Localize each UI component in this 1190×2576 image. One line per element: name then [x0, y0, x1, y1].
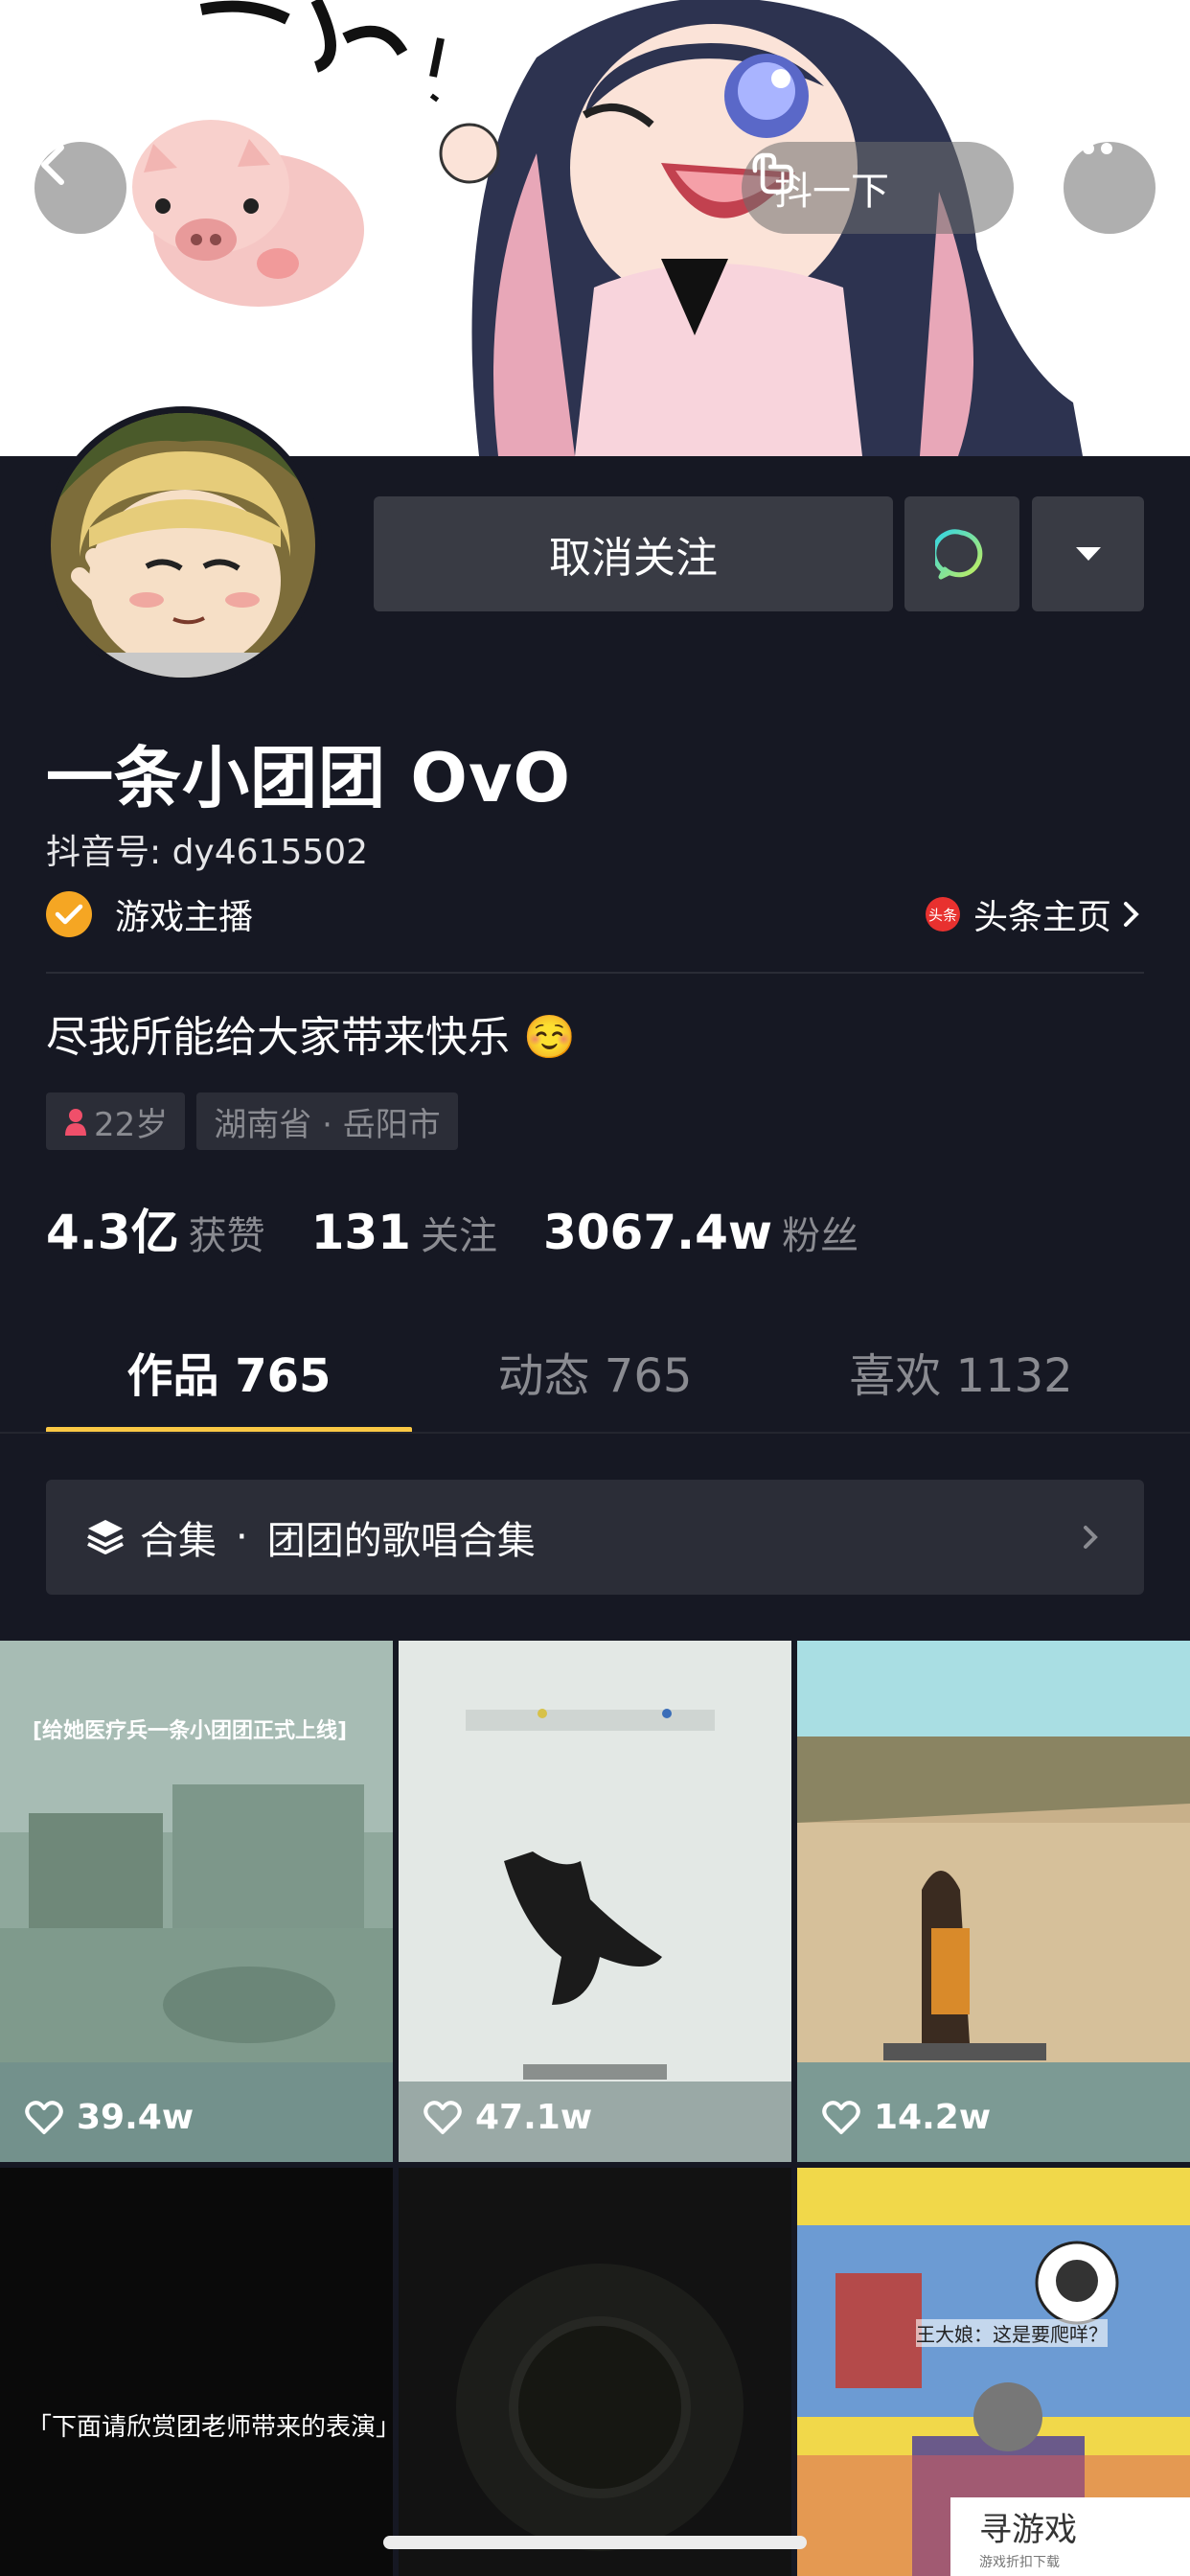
female-icon	[65, 1109, 86, 1136]
message-button[interactable]	[904, 496, 1019, 611]
profile-name: 一条小团团 OvO	[46, 739, 572, 817]
stat-followers[interactable]: 3067.4w 粉丝	[543, 1205, 858, 1260]
layers-icon	[87, 1520, 124, 1554]
chat-bubble-icon	[935, 529, 983, 580]
age-label: 22岁	[94, 1105, 169, 1144]
location-label: 湖南省 · 岳阳市	[214, 1105, 441, 1144]
chevron-right-icon	[1084, 1526, 1098, 1549]
stat-label: 粉丝	[782, 1214, 859, 1258]
collection-separator: ·	[236, 1515, 248, 1559]
toutiao-link-label: 头条主页	[973, 898, 1111, 937]
game-finder-ad[interactable]: 寻游戏 游戏折扣下载	[950, 2497, 1190, 2576]
video-likes: 39.4w	[25, 2098, 194, 2137]
heart-icon	[822, 2100, 860, 2134]
tab-likes[interactable]: 喜欢 1132	[778, 1338, 1144, 1434]
video-caption: 「下面请欣赏团老师带来的表演」	[27, 2413, 393, 2442]
likes-count: 14.2w	[874, 2098, 992, 2137]
heart-icon	[423, 2100, 462, 2134]
verified-check-icon	[46, 891, 92, 937]
video-cover-image	[399, 2168, 791, 2576]
collection-bar[interactable]: 合集 · 团团的歌唱合集	[46, 1480, 1144, 1595]
avatar-image	[51, 413, 315, 678]
collection-name: 团团的歌唱合集	[266, 1519, 536, 1563]
ad-label: 寻游戏	[979, 2510, 1077, 2549]
more-options-button[interactable]	[1064, 142, 1156, 234]
profile-banner: 抖一下	[0, 0, 1190, 456]
tab-moments[interactable]: 动态 765	[412, 1338, 778, 1434]
banner-illustration	[0, 0, 1190, 456]
profile-bio: 尽我所能给大家带来快乐 ☺️	[46, 1013, 576, 1062]
video-likes: 47.1w	[423, 2098, 592, 2137]
content-tabs: 作品 765 动态 765 喜欢 1132	[46, 1338, 1144, 1434]
profile-stats: 4.3亿 获赞 131 关注 3067.4w 粉丝	[46, 1194, 904, 1263]
stat-value: 4.3亿	[46, 1205, 179, 1260]
profile-tags: 22岁 湖南省 · 岳阳市	[46, 1092, 458, 1150]
stat-value: 3067.4w	[542, 1205, 773, 1260]
likes-count: 47.1w	[475, 2098, 593, 2137]
video-likes: 14.2w	[822, 2098, 991, 2137]
stat-likes[interactable]: 4.3亿 获赞	[46, 1194, 265, 1263]
collection-title: 合集	[140, 1519, 217, 1563]
video-caption: [给她医疗兵一条小团团正式上线]	[33, 1719, 348, 1743]
toutiao-logo-icon: 头条	[925, 897, 960, 932]
video-thumbnail[interactable]: 「下面请欣赏团老师带来的表演」	[0, 2168, 393, 2576]
heart-icon	[25, 2100, 63, 2134]
more-dots-icon	[1064, 143, 1112, 154]
avatar[interactable]	[44, 406, 322, 684]
unfollow-button[interactable]: 取消关注	[374, 496, 893, 611]
video-thumbnail[interactable]: [给她医疗兵一条小团团正式上线] 39.4w	[0, 1641, 393, 2162]
video-thumbnail[interactable]: 47.1w	[399, 1641, 791, 2162]
location-tag: 湖南省 · 岳阳市	[196, 1092, 458, 1150]
video-caption: 王大娘：这是要爬咩？	[916, 2319, 1108, 2347]
home-indicator[interactable]	[383, 2536, 807, 2549]
douyin-id[interactable]: 抖音号: dy4615502	[46, 824, 368, 874]
tabs-divider	[0, 1432, 1190, 1434]
video-thumbnail[interactable]	[399, 2168, 791, 2576]
expand-dropdown-button[interactable]	[1032, 496, 1144, 611]
section-divider	[46, 972, 1144, 974]
chevron-left-icon	[41, 145, 64, 185]
verification-label: 游戏主播	[115, 898, 254, 937]
tab-works[interactable]: 作品 765	[46, 1338, 412, 1434]
video-cover-image	[797, 1641, 1190, 2162]
stat-label: 关注	[420, 1214, 497, 1258]
ad-sublabel: 游戏折扣下载	[979, 2554, 1060, 2570]
age-tag: 22岁	[46, 1092, 186, 1150]
likes-count: 39.4w	[77, 2098, 195, 2137]
video-cover-image	[399, 1641, 791, 2162]
chevron-right-icon	[1124, 902, 1139, 927]
video-thumbnail[interactable]: 14.2w	[797, 1641, 1190, 2162]
hand-tap-icon	[752, 152, 794, 195]
toutiao-homepage-link[interactable]: 头条 头条主页	[925, 889, 1142, 939]
stat-following[interactable]: 131 关注	[311, 1205, 497, 1260]
back-button[interactable]	[34, 142, 126, 234]
triangle-down-icon	[1075, 547, 1101, 561]
shake-button[interactable]: 抖一下	[742, 142, 1014, 234]
verification-row: 游戏主播	[46, 889, 253, 939]
stat-label: 获赞	[188, 1214, 265, 1258]
stat-value: 131	[310, 1205, 411, 1260]
